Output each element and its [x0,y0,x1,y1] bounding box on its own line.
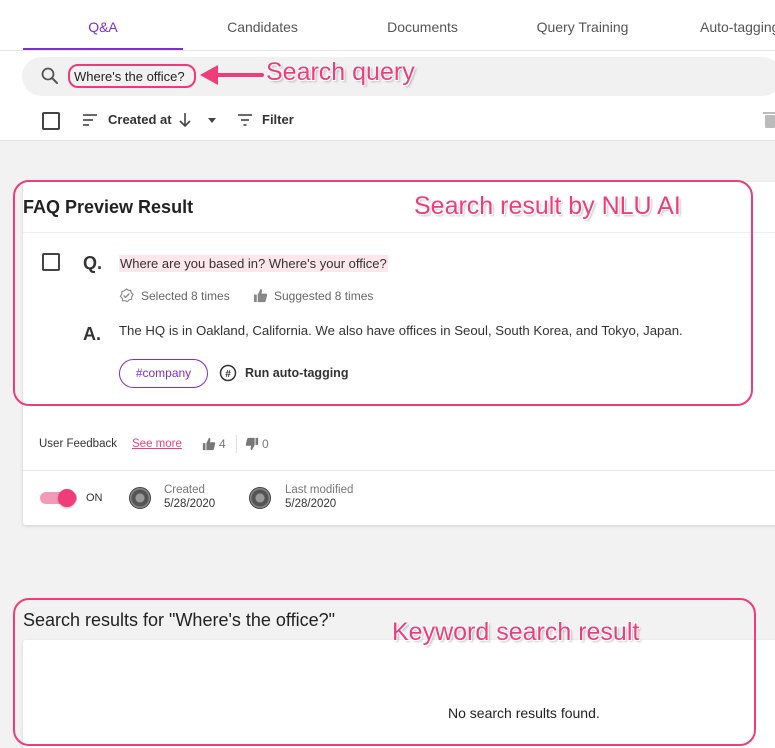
thumbs-up-count: 4 [219,437,226,451]
filter-icon[interactable] [237,113,253,127]
modifier-avatar [249,487,271,509]
user-feedback-label: User Feedback [39,438,117,450]
search-input[interactable] [68,64,196,88]
tab-bar: Q&A Candidates Documents Query Training … [0,0,775,51]
filter-button[interactable]: Filter [262,112,294,127]
tab-candidates[interactable]: Candidates [190,0,335,51]
modified-label: Last modified [285,484,354,496]
tab-query-training[interactable]: Query Training [510,0,655,51]
annotation-search-query: Search query [266,58,415,86]
modified-date: 5/28/2020 [285,498,337,510]
active-toggle[interactable] [40,489,77,507]
feedback-thumbs-down-icon [245,437,259,451]
active-tab-indicator [23,48,183,50]
see-more-link[interactable]: See more [132,438,182,450]
sort-icon[interactable] [82,113,98,127]
search-icon[interactable] [40,66,60,86]
tab-qa[interactable]: Q&A [23,0,183,51]
arrow-down-icon[interactable] [177,112,193,128]
feedback-divider [236,435,237,453]
tab-documents[interactable]: Documents [350,0,495,51]
sort-label[interactable]: Created at [108,112,172,127]
thumbs-down-count: 0 [262,437,269,451]
tab-auto-tagging[interactable]: Auto-tagging [700,0,775,51]
created-date: 5/28/2020 [164,498,216,510]
trash-icon[interactable] [763,110,775,128]
creator-avatar [129,487,151,509]
toggle-label: ON [86,492,103,504]
select-all-checkbox[interactable] [42,112,60,130]
created-label: Created [164,484,205,496]
toggle-knob [58,489,76,507]
feedback-thumbs-up-icon [202,437,216,451]
card-divider [23,470,775,471]
annotation-arrow-icon [200,65,264,85]
annotation-box-keyword [13,598,756,746]
annotation-nlu: Search result by NLU AI [414,192,681,220]
caret-down-icon[interactable] [208,118,216,123]
annotation-keyword: Keyword search result [392,618,640,646]
